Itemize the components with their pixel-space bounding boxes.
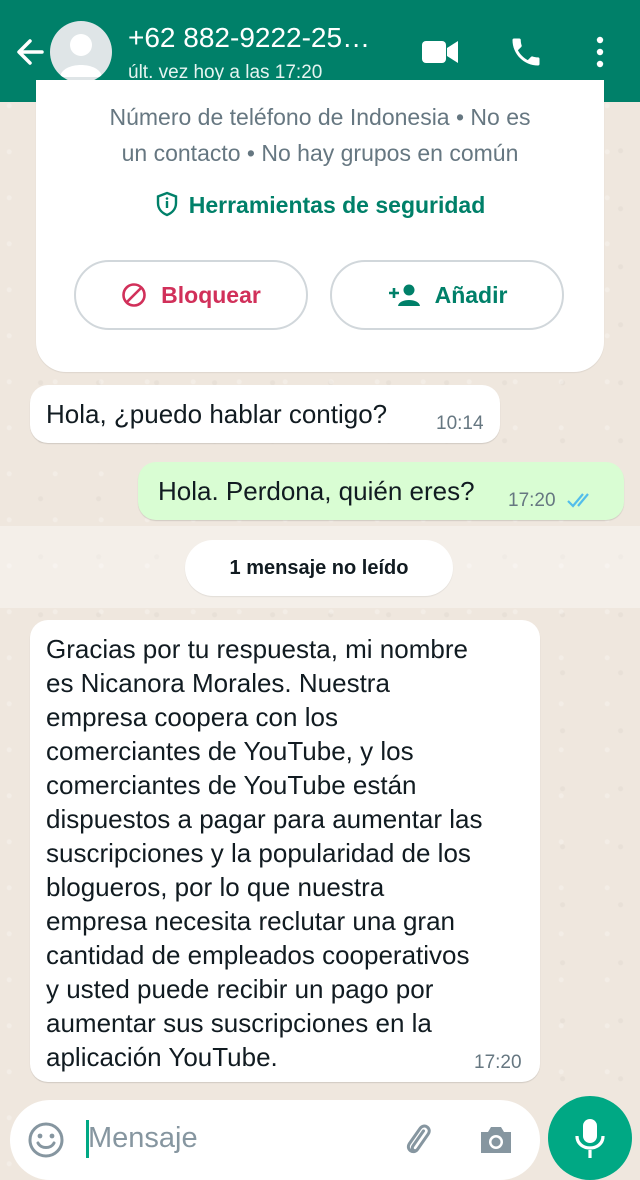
add-label: Añadir <box>434 281 508 308</box>
add-person-icon <box>388 284 420 306</box>
add-contact-button[interactable]: Añadir <box>330 260 564 330</box>
outgoing-message[interactable]: Hola. Perdona, quién eres? 17:20 <box>138 462 624 520</box>
message-line: cantidad de empleados cooperativos <box>46 940 470 970</box>
message-line: aumentar sus suscripciones en la <box>46 1008 432 1038</box>
attach-icon[interactable] <box>398 1120 438 1165</box>
unread-divider: 1 mensaje no leído <box>185 540 453 596</box>
avatar[interactable] <box>50 21 112 83</box>
message-line: empresa coopera con los <box>46 702 338 732</box>
block-label: Bloquear <box>161 281 261 308</box>
message-time: 17:20 <box>474 1052 522 1073</box>
microphone-icon <box>575 1119 605 1158</box>
incoming-message[interactable]: Gracias por tu respuesta, mi nombre es N… <box>30 620 540 1082</box>
safety-tools-label: Herramientas de seguridad <box>188 192 486 218</box>
message-line: aplicación YouTube. <box>46 1042 278 1072</box>
message-line: blogueros, por lo que nuestra <box>46 872 385 902</box>
emoji-icon[interactable] <box>26 1120 66 1165</box>
message-time: 17:20 <box>508 490 556 511</box>
shield-icon <box>156 191 177 217</box>
unknown-contact-card: Número de teléfono de Indonesia • No es … <box>36 80 604 372</box>
message-text: Gracias por tu respuesta, mi nombre es N… <box>46 632 483 1074</box>
message-line: empresa necesita reclutar una gran <box>46 906 456 936</box>
message-line: y usted puede recibir un pago por <box>46 974 434 1004</box>
voice-message-button[interactable] <box>548 1096 632 1180</box>
message-line: comerciantes de YouTube, y los <box>46 736 414 766</box>
camera-icon[interactable] <box>476 1120 516 1165</box>
video-call-icon[interactable] <box>420 36 460 73</box>
message-line: Gracias por tu respuesta, mi nombre <box>46 634 468 664</box>
message-line: dispuestos a pagar para aumentar las <box>46 804 483 834</box>
phone-icon[interactable] <box>508 34 544 75</box>
message-time: 10:14 <box>436 413 484 434</box>
contact-name[interactable]: +62 882-9222-25… <box>128 22 370 54</box>
message-input[interactable]: Mensaje <box>88 1122 198 1155</box>
message-line: comerciantes de YouTube están <box>46 770 417 800</box>
block-button[interactable]: Bloquear <box>74 260 308 330</box>
message-line: suscripciones y la popularidad de los <box>46 838 471 868</box>
incoming-message[interactable]: Hola, ¿puedo hablar contigo? 10:14 <box>30 385 500 443</box>
more-vert-icon[interactable] <box>592 34 608 75</box>
read-ticks-icon <box>567 493 589 508</box>
message-text: Hola, ¿puedo hablar contigo? <box>46 399 388 429</box>
safety-tools-link[interactable]: Herramientas de seguridad <box>36 191 604 219</box>
message-text: Hola. Perdona, quién eres? <box>158 476 475 506</box>
block-icon <box>122 283 146 307</box>
contact-info-line-1: Número de teléfono de Indonesia • No es <box>109 104 531 130</box>
message-line: es Nicanora Morales. Nuestra <box>46 668 390 698</box>
message-composer[interactable]: Mensaje <box>10 1100 540 1180</box>
back-arrow-icon[interactable] <box>12 32 48 72</box>
contact-info-line-2: un contacto • No hay grupos en común <box>121 140 519 166</box>
